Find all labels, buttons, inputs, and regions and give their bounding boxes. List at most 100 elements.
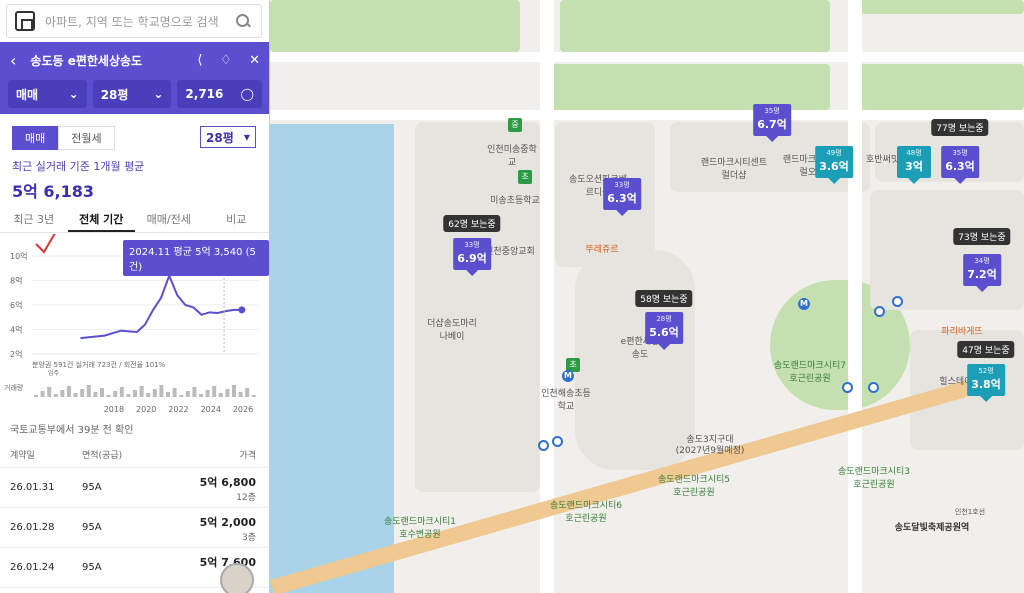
back-icon[interactable]: ‹	[10, 51, 16, 70]
tab-sale-jeonse[interactable]: 매매/전세	[135, 205, 203, 232]
tab-rent[interactable]: 전월세	[58, 126, 115, 150]
volume-bar	[86, 385, 91, 397]
place-label[interactable]: 인천1호선	[955, 507, 985, 517]
place-label[interactable]: 송도달빛축제공원역	[895, 520, 970, 533]
school-icon[interactable]: 초	[518, 170, 532, 184]
x-tick-label: 2020	[136, 405, 156, 414]
bus-stop-icon[interactable]	[552, 436, 563, 447]
area-select[interactable]: 28평 ⌄	[92, 80, 172, 108]
place-label[interactable]: 뚜레쥬르	[585, 242, 618, 255]
deal-type-select[interactable]: 매매 ⌄	[8, 80, 87, 108]
comment-count-button[interactable]: 2,716 ◯	[177, 80, 262, 108]
y-tick-label: 8억	[10, 276, 22, 286]
share-icon[interactable]: ⟨	[197, 53, 202, 68]
y-tick-label: 4억	[10, 325, 22, 335]
price-marker[interactable]: 35평 6.3억	[941, 146, 979, 184]
table-header: 계약일 면적(공급) 가격	[0, 442, 269, 468]
place-label[interactable]: 랜드마크시티센트럴더샵	[697, 155, 771, 181]
row-floor: 3층	[241, 533, 256, 543]
viewer-badge: 58명 보는중	[635, 290, 693, 307]
bus-stop-icon[interactable]	[538, 440, 549, 451]
table-row[interactable]: 26.01.31 95A 5억 6,800 12층	[0, 468, 269, 508]
school-icon[interactable]: 중	[508, 118, 522, 132]
row-date: 26.01.24	[10, 562, 55, 573]
place-label[interactable]: 미송초등학교	[490, 193, 540, 206]
price-marker[interactable]: 28평 5.6억	[645, 312, 683, 350]
volume-bar	[53, 394, 58, 397]
row-floor: 12층	[236, 493, 256, 503]
price-marker[interactable]: 48평 3억	[897, 146, 931, 184]
chevron-down-icon: ⌄	[68, 87, 79, 101]
road	[848, 0, 862, 593]
volume-bar	[146, 393, 151, 397]
place-label[interactable]: (2027년9월예정)	[676, 443, 745, 456]
metro-icon[interactable]: M	[798, 298, 810, 310]
volume-bar	[152, 389, 157, 397]
search-input[interactable]: 아파트, 지역 또는 학교명으로 검색	[45, 13, 235, 30]
volume-bar	[119, 387, 124, 397]
bus-stop-icon[interactable]	[868, 382, 879, 393]
tab-sale[interactable]: 매매	[12, 126, 59, 150]
price-marker[interactable]: 33평 6.9억	[453, 238, 491, 276]
map-view[interactable]: 중 초 초 M M 인천미송중학교 미송초등학교 송도오션파크베르디움 랜드마크…	[270, 0, 1024, 593]
volume-bar	[93, 392, 98, 397]
place-label[interactable]: 송도랜드마크시티6호근린공원	[548, 498, 624, 524]
average-caption: 최근 실거래 기준 1개월 평균	[12, 160, 145, 173]
average-price: 5억 6,183	[12, 182, 95, 201]
place-label[interactable]: 송도랜드마크시티5호근린공원	[656, 472, 732, 498]
place-label[interactable]: 인천중앙교회	[485, 244, 535, 257]
row-area: 95A	[82, 562, 102, 573]
home-logo-icon[interactable]	[15, 11, 35, 31]
road	[270, 52, 1024, 62]
viewer-badge: 62명 보는중	[443, 215, 501, 232]
search-icon[interactable]	[235, 13, 251, 29]
tab-recent-3y[interactable]: 최근 3년	[0, 205, 68, 232]
volume-bar	[40, 391, 45, 397]
col-price: 가격	[239, 451, 256, 461]
volume-bar	[80, 389, 85, 397]
confirm-note: 국토교통부에서 39분 전 확인	[10, 425, 134, 436]
volume-bar	[225, 389, 230, 397]
viewer-badge: 77명 보는중	[931, 119, 989, 136]
road	[270, 110, 1024, 120]
place-label[interactable]: 파리바게뜨	[941, 324, 982, 337]
place-label[interactable]: 송도랜드마크시티3호근린공원	[836, 464, 912, 490]
area-dropdown[interactable]: 28평 ▾	[200, 126, 256, 148]
price-marker[interactable]: 49평 3.6억	[815, 146, 853, 184]
row-price: 5억 2,000	[199, 516, 256, 529]
place-label[interactable]: 더샵송도마리나베이	[425, 316, 479, 342]
close-icon[interactable]: ✕	[249, 53, 260, 68]
table-row[interactable]: 26.01.28 95A 5억 2,000 3층	[0, 508, 269, 548]
x-tick-label: 2022	[168, 405, 188, 414]
place-label[interactable]: 송도랜드마크시티7호근린공원	[772, 358, 848, 384]
search-bar[interactable]: 아파트, 지역 또는 학교명으로 검색	[6, 4, 262, 38]
price-marker[interactable]: 34평 7.2억	[963, 254, 1001, 292]
price-marker[interactable]: 33평 6.3억	[603, 178, 641, 216]
place-label[interactable]: 송도랜드마크시티1호수변공원	[382, 514, 458, 540]
bell-icon[interactable]: ♢	[220, 53, 232, 68]
volume-label: 거래량	[4, 383, 24, 392]
x-tick-label: 2026	[233, 405, 253, 414]
volume-bar	[100, 388, 104, 397]
series-point	[238, 306, 246, 314]
price-marker[interactable]: 52평 3.8억	[967, 364, 1005, 402]
bus-stop-icon[interactable]	[892, 296, 903, 307]
place-label[interactable]: 인천미송중학교	[485, 142, 539, 168]
detail-panel: 아파트, 지역 또는 학교명으로 검색 ‹ 송도동 e편한세상송도 ⟨ ♢ ✕ …	[0, 0, 270, 593]
col-area: 면적(공급)	[82, 451, 123, 461]
move-in-label: 입주	[48, 369, 60, 377]
col-date: 계약일	[10, 451, 35, 461]
price-marker[interactable]: 35평 6.7억	[753, 104, 791, 142]
x-tick-label: 2024	[201, 405, 221, 414]
tab-compare[interactable]: 비교	[203, 205, 270, 232]
green-area	[270, 0, 520, 52]
metro-icon[interactable]: M	[562, 370, 574, 382]
tab-all-period[interactable]: 전체 기간	[67, 205, 135, 232]
green-area	[560, 0, 830, 52]
bus-stop-icon[interactable]	[874, 306, 885, 317]
city-block	[575, 250, 695, 470]
place-label[interactable]: 인천해송초등학교	[541, 386, 591, 412]
volume-bar	[192, 387, 197, 397]
volume-bar	[218, 393, 223, 397]
avatar[interactable]	[220, 563, 254, 593]
